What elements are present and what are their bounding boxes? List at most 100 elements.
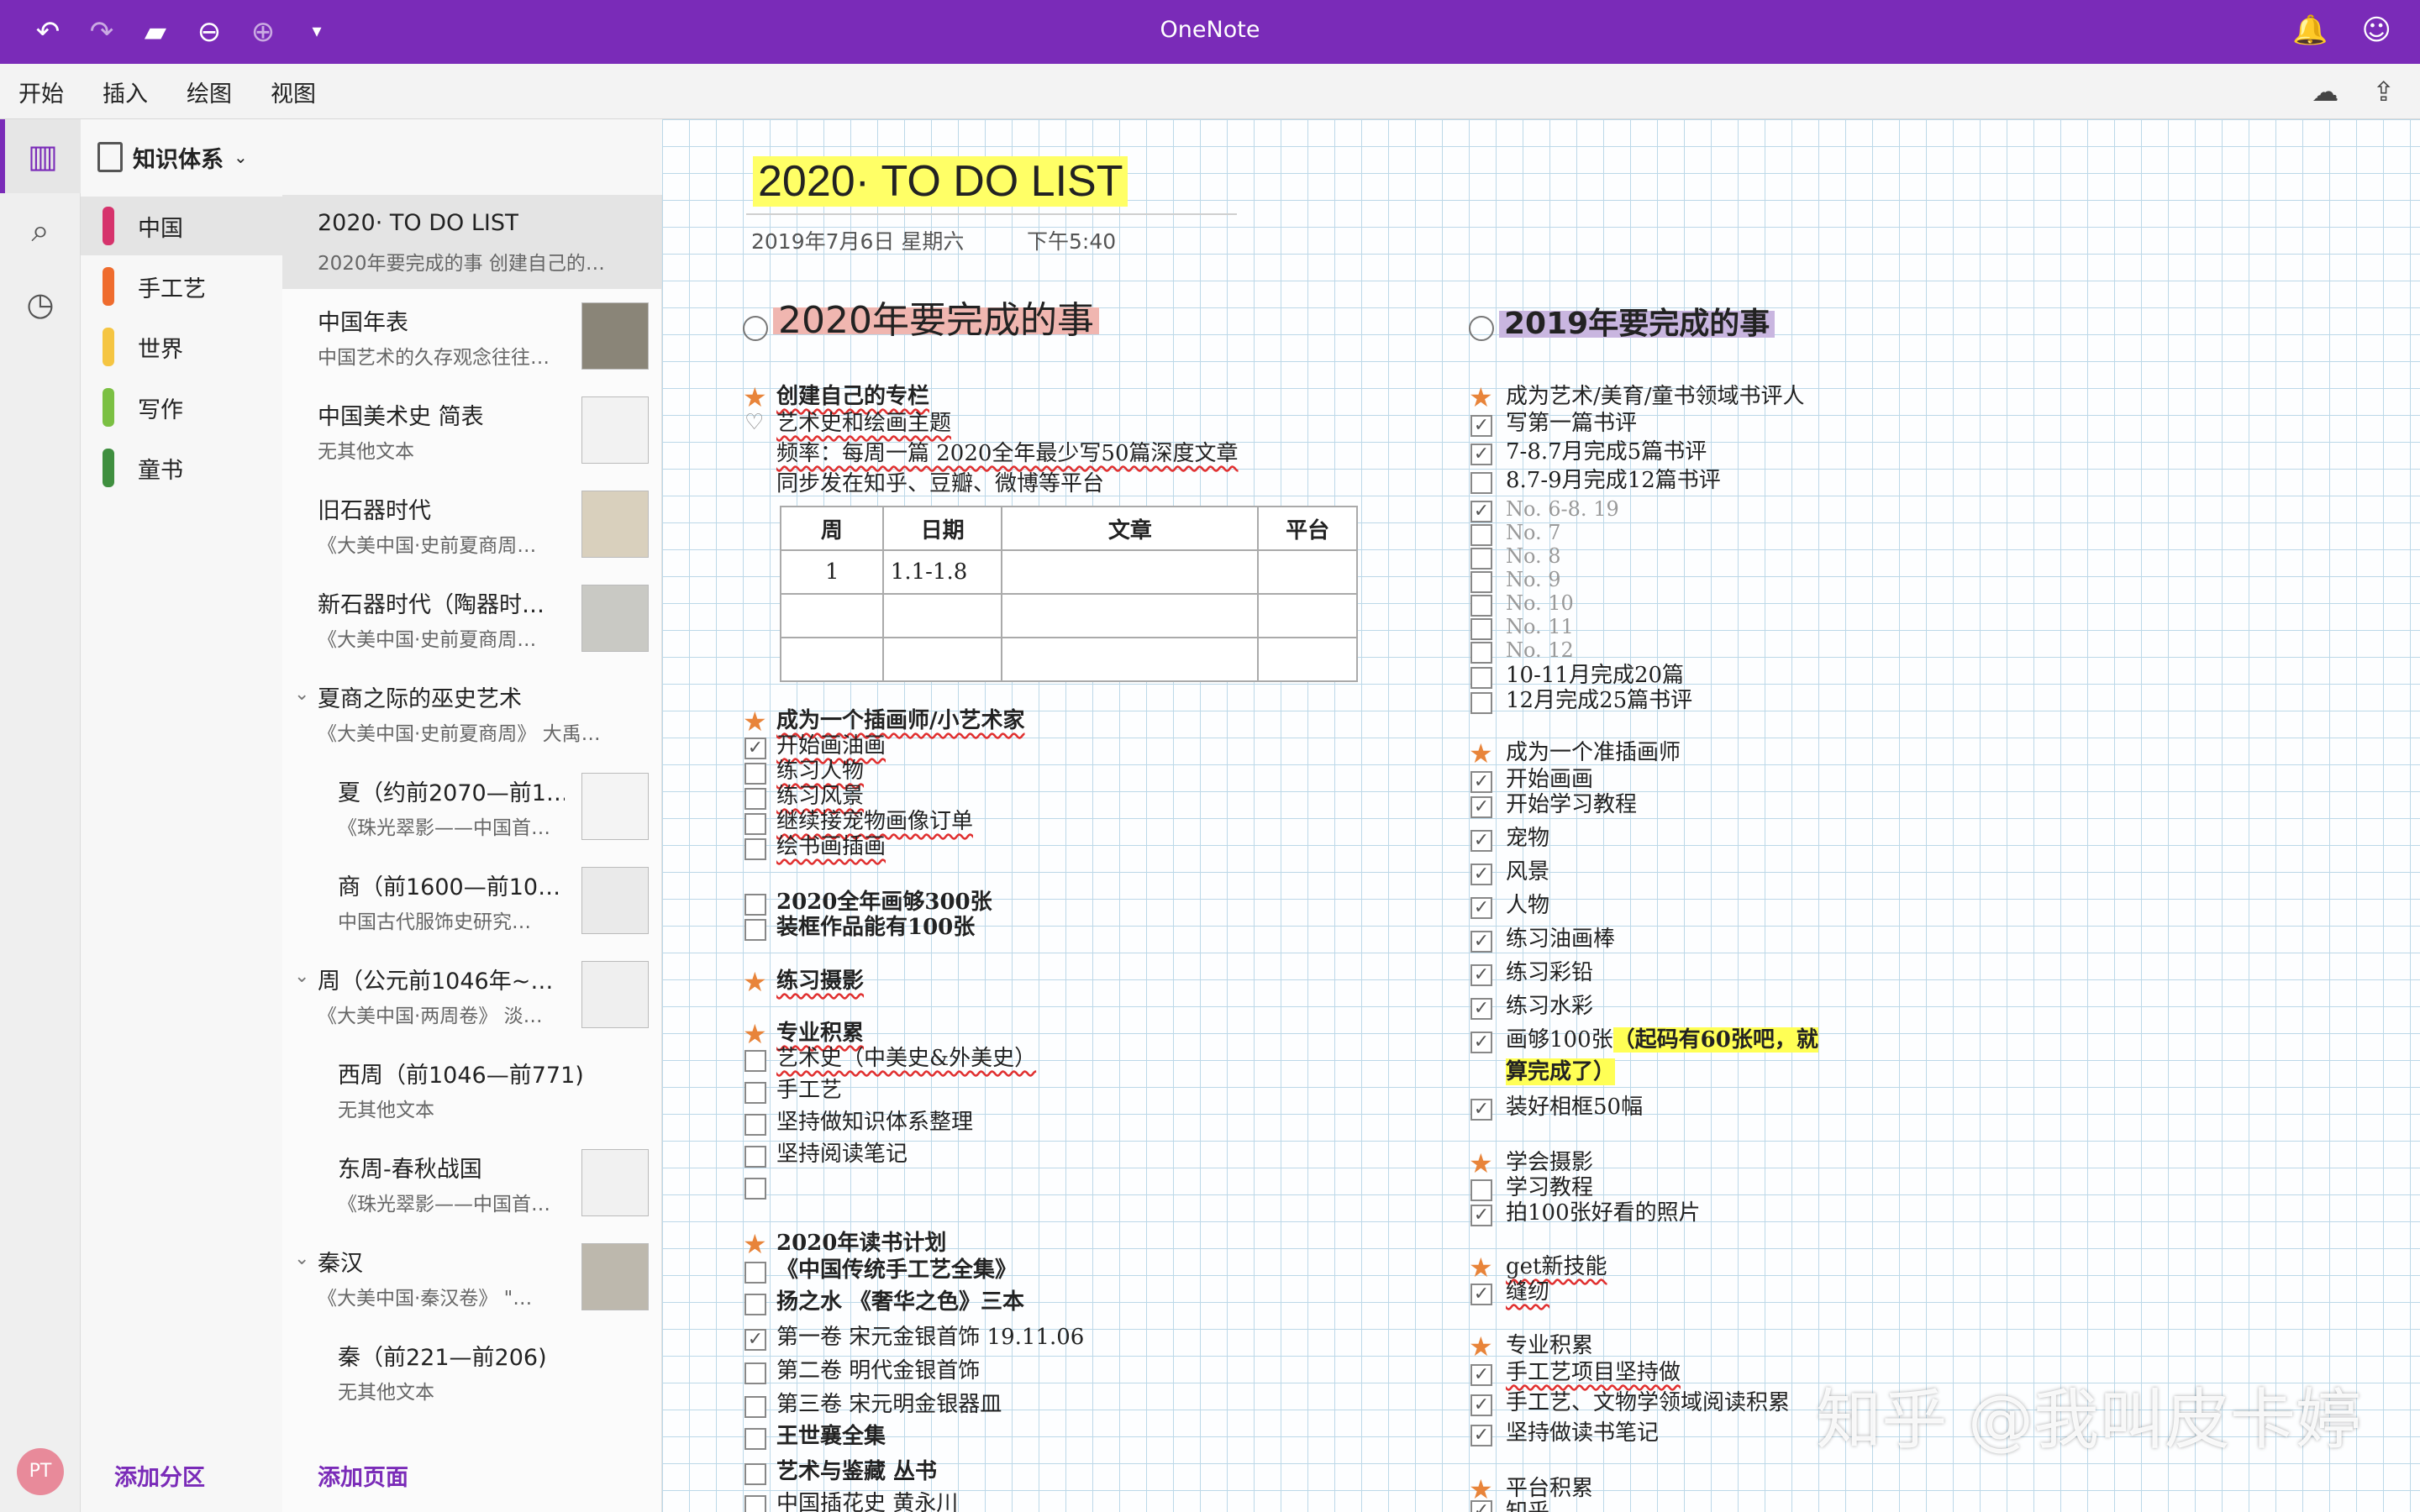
- checkbox[interactable]: [1470, 571, 1492, 593]
- checkbox[interactable]: ✓: [744, 1329, 766, 1351]
- page-item[interactable]: 2020· TO DO LIST 2020年要完成的事 创建自己的…: [282, 195, 661, 289]
- table-cell[interactable]: [1001, 593, 1260, 638]
- checkbox[interactable]: [744, 1294, 766, 1315]
- checkbox[interactable]: [1470, 667, 1492, 689]
- checkbox[interactable]: ✓: [1470, 1500, 1492, 1512]
- page-item[interactable]: 新石器时代（陶器时… 《大美中国·史前夏商周…: [282, 571, 661, 665]
- checkbox[interactable]: ✓: [1470, 998, 1492, 1020]
- checkbox[interactable]: [1470, 595, 1492, 617]
- search-icon[interactable]: ⌕: [0, 193, 81, 267]
- checkbox[interactable]: ✓: [1470, 864, 1492, 885]
- checkbox[interactable]: ✓: [1470, 415, 1492, 437]
- checkbox[interactable]: [744, 1428, 766, 1450]
- table-cell[interactable]: [1257, 593, 1358, 638]
- menu-home[interactable]: 开始: [18, 76, 64, 108]
- checkbox[interactable]: ✓: [1470, 1099, 1492, 1121]
- bell-icon[interactable]: 🔔: [2292, 13, 2328, 47]
- checkbox[interactable]: ✓: [1470, 830, 1492, 852]
- checkbox[interactable]: ✓: [1470, 1394, 1492, 1416]
- checkbox[interactable]: [1470, 548, 1492, 570]
- checkbox[interactable]: [744, 1050, 766, 1072]
- checkbox[interactable]: [744, 1178, 766, 1200]
- table-cell[interactable]: [1257, 549, 1358, 595]
- recent-icon[interactable]: ◷: [0, 267, 81, 341]
- notebooks-icon[interactable]: ▥: [0, 119, 81, 193]
- checkbox[interactable]: ✓: [1470, 444, 1492, 465]
- checkbox[interactable]: ✓: [1470, 1425, 1492, 1446]
- checkbox[interactable]: ✓: [1470, 964, 1492, 986]
- table-cell[interactable]: [1257, 637, 1358, 682]
- table-cell[interactable]: 1: [780, 549, 884, 595]
- table-cell[interactable]: [881, 593, 1003, 638]
- page-item[interactable]: ⌄ 秦汉 《大美中国·秦汉卷》 "…: [282, 1230, 661, 1324]
- page-item[interactable]: 东周-春秋战国 《珠光翠影——中国首…: [282, 1136, 661, 1230]
- checkbox[interactable]: [1470, 618, 1492, 640]
- page-item[interactable]: 中国年表 中国艺术的久存观念往往…: [282, 289, 661, 383]
- checkbox[interactable]: [744, 1362, 766, 1384]
- note-canvas[interactable]: 2020· TO DO LIST 2019年7月6日 星期六 下午5:40 20…: [662, 119, 2420, 1512]
- page-item[interactable]: ⌄ 夏商之际的巫史艺术 《大美中国·史前夏商周》 大禹…: [282, 665, 661, 759]
- section-writing[interactable]: 写作: [81, 378, 282, 437]
- table-cell[interactable]: [780, 637, 884, 682]
- page-item[interactable]: 商（前1600—前10… 中国古代服饰史研究…: [282, 853, 661, 948]
- section-crafts[interactable]: 手工艺: [81, 257, 282, 316]
- table-cell[interactable]: 1.1-1.8: [881, 549, 1003, 595]
- checkbox[interactable]: ✓: [744, 738, 766, 759]
- page-item[interactable]: 夏（约前2070—前1… 《珠光翠影——中国首…: [282, 759, 661, 853]
- checkbox[interactable]: ✓: [1470, 897, 1492, 919]
- table-cell[interactable]: [881, 637, 1003, 682]
- checkbox[interactable]: ✓: [1470, 1284, 1492, 1305]
- page-item[interactable]: 旧石器时代 《大美中国·史前夏商周…: [282, 477, 661, 571]
- sync-icon[interactable]: ☁: [2312, 76, 2338, 108]
- add-page-button[interactable]: 添加页面: [318, 1459, 408, 1492]
- menu-view[interactable]: 视图: [271, 76, 316, 108]
- checkbox[interactable]: [744, 1114, 766, 1136]
- checkbox[interactable]: ✓: [1470, 501, 1492, 522]
- checkbox[interactable]: ✓: [1470, 1364, 1492, 1386]
- checkbox[interactable]: [744, 1463, 766, 1485]
- chevron-down-icon[interactable]: ⌄: [294, 1248, 309, 1269]
- table-cell[interactable]: [780, 593, 884, 638]
- notebook-selector[interactable]: 知识体系 ⌄: [81, 119, 662, 195]
- checkbox[interactable]: [1470, 642, 1492, 664]
- chevron-down-icon[interactable]: ⌄: [294, 684, 309, 705]
- checkbox[interactable]: ✓: [1470, 771, 1492, 793]
- add-section-button[interactable]: 添加分区: [114, 1459, 205, 1492]
- menu-insert[interactable]: 插入: [103, 76, 148, 108]
- right-column[interactable]: 2019年要完成的事 ★ 成为艺术/美育/童书领域书评人 ✓ 写第一篇书评 ✓ 7-…: [1469, 304, 2309, 1512]
- avatar[interactable]: PT: [17, 1448, 64, 1495]
- checkbox[interactable]: [744, 1146, 766, 1168]
- checkbox[interactable]: [744, 1396, 766, 1418]
- checkbox[interactable]: ✓: [1470, 1205, 1492, 1226]
- checkbox[interactable]: [744, 1495, 766, 1512]
- menu-draw[interactable]: 绘图: [187, 76, 232, 108]
- table-cell[interactable]: [1001, 637, 1260, 682]
- left-column[interactable]: 2020年要完成的事 ★ 创建自己的专栏 ♡ 艺术史和绘画主题 频率：每周一篇 …: [743, 302, 1381, 1512]
- checkbox[interactable]: [744, 1082, 766, 1104]
- checkbox[interactable]: [1470, 524, 1492, 546]
- table-cell[interactable]: [1001, 549, 1260, 595]
- checkbox[interactable]: [744, 838, 766, 860]
- checkbox[interactable]: ✓: [1470, 1032, 1492, 1053]
- page-item[interactable]: ⌄ 周（公元前1046年~… 《大美中国·两周卷》 淡…: [282, 948, 661, 1042]
- article-table[interactable]: 周日期 文章 平台 1 1.1-1.8: [780, 506, 1358, 682]
- checkbox[interactable]: [744, 763, 766, 785]
- share-icon[interactable]: ⇪: [2372, 76, 2395, 108]
- checkbox[interactable]: [1470, 692, 1492, 714]
- section-world[interactable]: 世界: [81, 318, 282, 376]
- page-item[interactable]: 中国美术史 简表 无其他文本: [282, 383, 661, 477]
- checkbox[interactable]: [744, 1262, 766, 1284]
- page-title-field[interactable]: 2020· TO DO LIST: [753, 156, 1128, 207]
- chevron-down-icon[interactable]: ⌄: [294, 966, 309, 987]
- smiley-icon[interactable]: ☺: [2362, 13, 2391, 47]
- section-childrens-books[interactable]: 童书: [81, 438, 282, 497]
- checkbox[interactable]: [1470, 1179, 1492, 1201]
- checkbox[interactable]: [744, 919, 766, 941]
- page-item[interactable]: 西周（前1046—前771) 无其他文本: [282, 1042, 661, 1136]
- checkbox[interactable]: ✓: [1470, 796, 1492, 818]
- checkbox[interactable]: [744, 813, 766, 835]
- checkbox[interactable]: [744, 788, 766, 810]
- checkbox[interactable]: ✓: [1470, 931, 1492, 953]
- checkbox[interactable]: [1470, 472, 1492, 494]
- page-item[interactable]: 秦（前221—前206) 无其他文本: [282, 1324, 661, 1418]
